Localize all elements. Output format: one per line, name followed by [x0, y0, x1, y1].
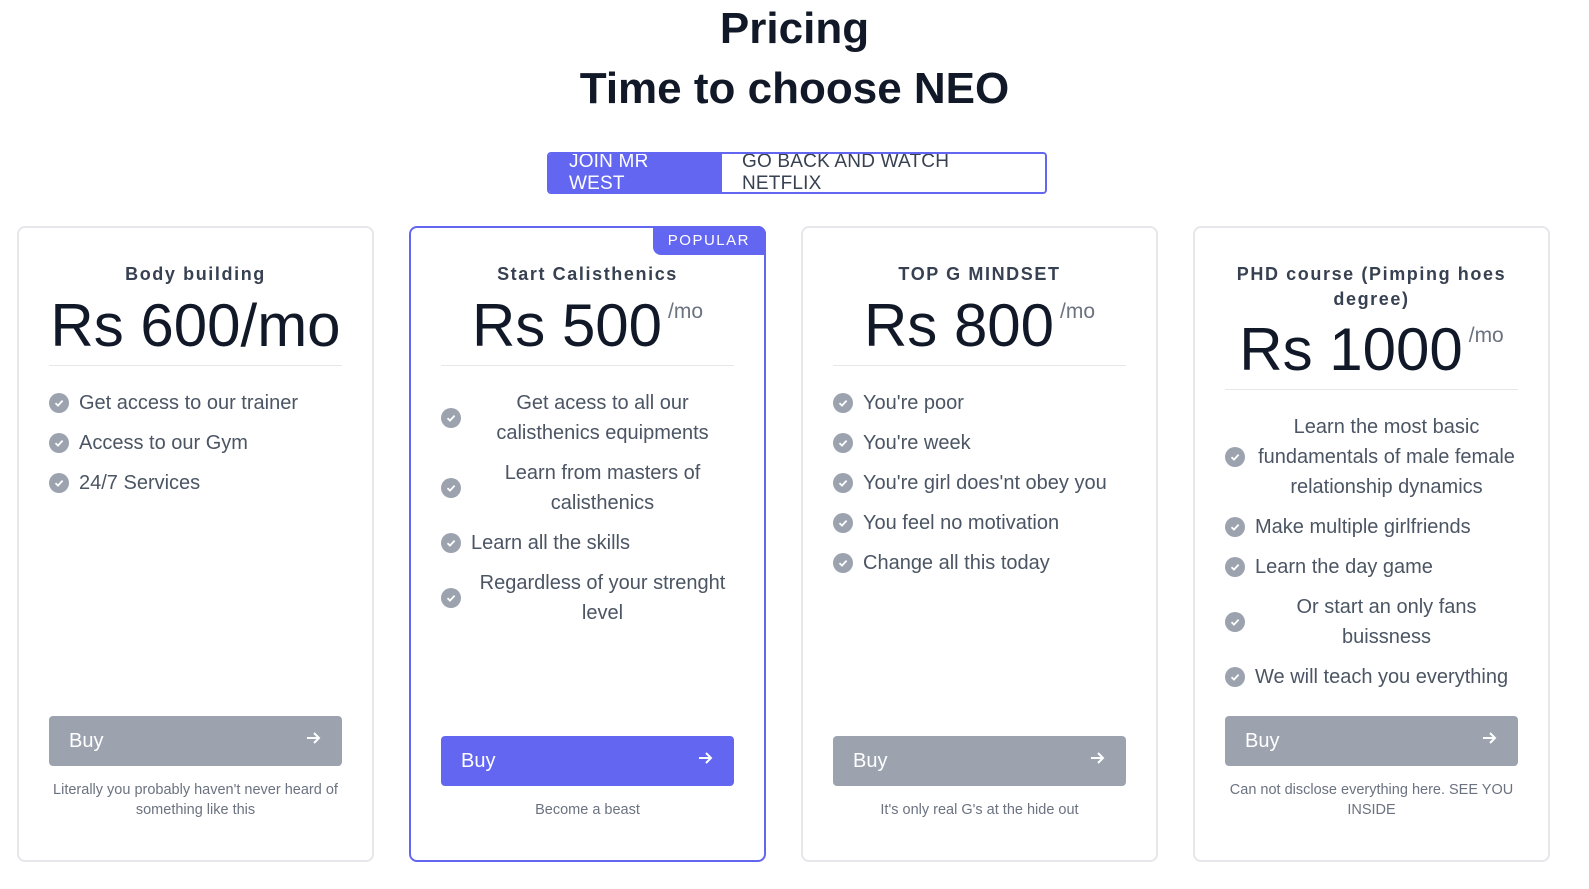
check-circle-icon [441, 588, 461, 608]
feature-text: You're week [863, 432, 971, 454]
feature-item: You're week [833, 428, 1126, 458]
page-title: Pricing [719, 4, 870, 53]
plan-card-phd-course: PHD course (Pimping hoes degree) Rs 1000… [1193, 226, 1550, 862]
check-circle-icon [441, 408, 461, 428]
feature-list: Get access to our trainer Access to our … [49, 388, 342, 508]
check-circle-icon [49, 393, 69, 413]
check-circle-icon [441, 533, 461, 553]
price-amount: Rs 600/mo [50, 292, 341, 359]
plan-card-body-building: Body building Rs 600/mo Get access to ou… [17, 226, 374, 862]
feature-text: You feel no motivation [863, 512, 1060, 534]
feature-item: Or start an only fans buissness [1225, 592, 1518, 652]
check-circle-icon [1225, 517, 1245, 537]
feature-text: Get access to our trainer [79, 392, 298, 414]
check-circle-icon [1225, 612, 1245, 632]
popular-badge: POPULAR [652, 226, 766, 255]
plan-name: Start Calisthenics [497, 264, 678, 284]
price-amount: Rs 1000 [1239, 316, 1463, 383]
plan-name: TOP G MINDSET [898, 264, 1061, 284]
feature-item: Learn all the skills [441, 528, 734, 558]
feature-text: You're poor [863, 392, 964, 414]
feature-text: We will teach you everything [1255, 666, 1509, 688]
feature-item: Learn the most basic fundamentals of mal… [1225, 412, 1518, 502]
buy-button[interactable]: Buy [49, 716, 342, 766]
feature-item: You're girl does'nt obey you [833, 468, 1126, 498]
check-circle-icon [833, 513, 853, 533]
plan-name: Body building [125, 264, 266, 284]
buy-label: Buy [853, 749, 888, 772]
plan-note: It's only real G's at the hide out [880, 802, 1079, 818]
plan-price: Rs 800 /mo [833, 290, 1126, 366]
feature-item: Learn the day game [1225, 552, 1518, 582]
feature-item: Make multiple girlfriends [1225, 512, 1518, 542]
feature-item: We will teach you everything [1225, 662, 1518, 692]
price-unit: /mo [1060, 300, 1096, 323]
plan-note: Become a beast [535, 802, 640, 818]
feature-item: Learn from masters of calisthenics [441, 458, 734, 518]
check-circle-icon [49, 473, 69, 493]
arrow-right-icon [696, 749, 714, 773]
check-circle-icon [1225, 667, 1245, 687]
plan-name: PHD course (Pimping hoes degree) [1236, 264, 1507, 309]
plan-card-calisthenics: POPULAR Start Calisthenics Rs 500 /mo Ge… [409, 226, 766, 862]
buy-button[interactable]: Buy [441, 736, 734, 786]
feature-text: Regardless of your strenght level [479, 572, 726, 624]
buy-button[interactable]: Buy [833, 736, 1126, 786]
feature-text: Learn the day game [1255, 556, 1433, 578]
feature-text: Change all this today [863, 552, 1050, 574]
plan-toggle: JOIN MR WEST GO BACK AND WATCH NETFLIX [547, 152, 1047, 194]
check-circle-icon [833, 393, 853, 413]
check-circle-icon [833, 433, 853, 453]
feature-list: You're poor You're week You're girl does… [833, 388, 1126, 588]
buy-label: Buy [461, 749, 496, 772]
feature-text: Learn from masters of calisthenics [504, 462, 701, 514]
feature-text: Make multiple girlfriends [1255, 516, 1471, 538]
check-circle-icon [1225, 557, 1245, 577]
plan-note: Literally you probably haven't never hea… [53, 782, 338, 818]
feature-item: 24/7 Services [49, 468, 342, 498]
feature-list: Get acess to all our calisthenics equipm… [441, 388, 734, 638]
plan-price: Rs 1000 /mo [1225, 314, 1518, 390]
feature-text: Learn all the skills [471, 532, 630, 554]
buy-button[interactable]: Buy [1225, 716, 1518, 766]
buy-label: Buy [1245, 729, 1280, 752]
plan-price: Rs 500 /mo [441, 290, 734, 366]
feature-item: You feel no motivation [833, 508, 1126, 538]
price-unit: /mo [668, 300, 704, 323]
arrow-right-icon [1480, 729, 1498, 753]
check-circle-icon [441, 478, 461, 498]
feature-item: You're poor [833, 388, 1126, 418]
feature-text: Learn the most basic fundamentals of mal… [1258, 416, 1515, 498]
feature-text: 24/7 Services [79, 472, 201, 494]
arrow-right-icon [304, 729, 322, 753]
feature-item: Get acess to all our calisthenics equipm… [441, 388, 734, 448]
plan-card-top-g-mindset: TOP G MINDSET Rs 800 /mo You're poor You… [801, 226, 1158, 862]
feature-item: Access to our Gym [49, 428, 342, 458]
feature-list: Learn the most basic fundamentals of mal… [1225, 412, 1518, 702]
price-unit: /mo [1468, 324, 1504, 347]
price-amount: Rs 500 [471, 292, 663, 359]
feature-item: Regardless of your strenght level [441, 568, 734, 628]
feature-item: Change all this today [833, 548, 1126, 578]
check-circle-icon [833, 553, 853, 573]
join-mr-west-button[interactable]: JOIN MR WEST [549, 154, 722, 192]
feature-item: Get access to our trainer [49, 388, 342, 418]
feature-text: Get acess to all our calisthenics equipm… [496, 392, 709, 444]
feature-text: You're girl does'nt obey you [863, 472, 1107, 494]
plan-note: Can not disclose everything here. SEE YO… [1229, 782, 1514, 818]
feature-text: Access to our Gym [79, 432, 248, 454]
watch-netflix-button[interactable]: GO BACK AND WATCH NETFLIX [722, 154, 1045, 192]
check-circle-icon [833, 473, 853, 493]
check-circle-icon [49, 433, 69, 453]
arrow-right-icon [1088, 749, 1106, 773]
plan-price: Rs 600/mo [49, 290, 342, 366]
page-subtitle: Time to choose NEO [579, 64, 1010, 113]
feature-text: Or start an only fans buissness [1296, 596, 1477, 648]
buy-label: Buy [69, 729, 104, 752]
price-amount: Rs 800 [863, 292, 1055, 359]
check-circle-icon [1225, 447, 1245, 467]
